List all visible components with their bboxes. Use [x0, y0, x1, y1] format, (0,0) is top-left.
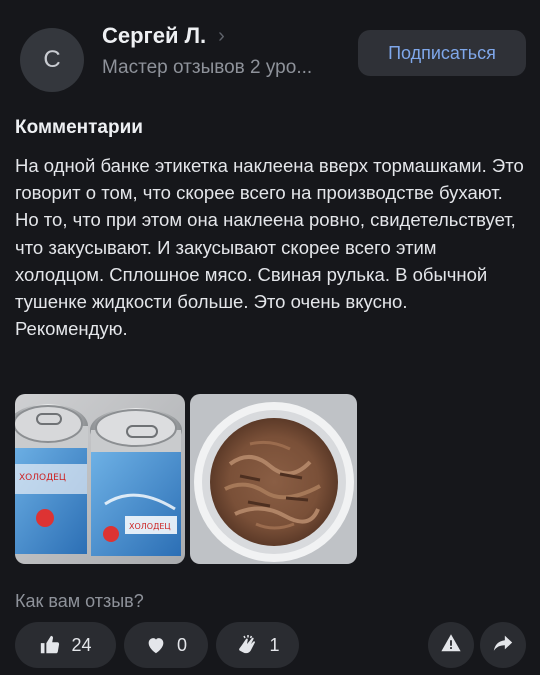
like-button[interactable]: 24 [15, 622, 116, 668]
share-icon [492, 632, 514, 659]
share-button[interactable] [480, 622, 526, 668]
author-name-link[interactable]: Сергей Л. › [102, 23, 225, 49]
clap-count: 1 [269, 634, 280, 655]
heart-button[interactable]: 0 [124, 622, 208, 668]
clap-button[interactable]: 1 [216, 622, 299, 668]
author-name: Сергей Л. [102, 23, 207, 48]
svg-text:ХОЛОДЕЦ: ХОЛОДЕЦ [129, 522, 171, 531]
report-button[interactable] [428, 622, 474, 668]
chevron-right-icon: › [218, 24, 225, 47]
photo-bowl[interactable] [190, 394, 357, 564]
clap-icon [235, 633, 259, 657]
like-count: 24 [71, 634, 92, 655]
alert-icon [440, 632, 462, 659]
review-header: С Сергей Л. › Мастер отзывов 2 уро... По… [0, 0, 540, 100]
avatar[interactable]: С [20, 28, 84, 92]
author-rank: Мастер отзывов 2 уро... [102, 57, 313, 78]
subscribe-button[interactable]: Подписаться [358, 30, 526, 76]
thumbs-up-icon [39, 634, 61, 656]
section-title: Комментарии [15, 117, 143, 138]
feedback-question: Как вам отзыв? [15, 591, 144, 611]
svg-text:ХОЛОДЕЦ: ХОЛОДЕЦ [19, 473, 66, 483]
comment-text: На одной банке этикетка наклеена вверх т… [15, 155, 524, 340]
heart-count: 0 [176, 634, 187, 655]
heart-icon [145, 634, 167, 656]
photo-cans[interactable]: ХОЛОДЕЦ ХОЛОДЕЦ [15, 394, 185, 564]
